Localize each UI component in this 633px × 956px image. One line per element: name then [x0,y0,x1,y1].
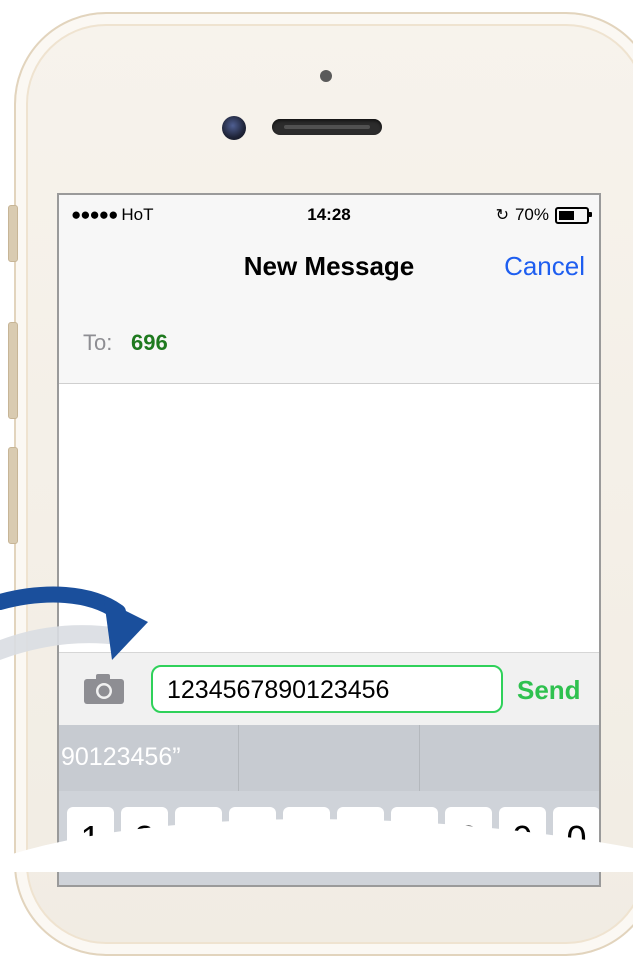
recipient-value[interactable]: 696 [131,330,168,356]
battery-fill [559,210,574,220]
key-2[interactable]: 2 [121,807,168,869]
key-3[interactable]: 3 [175,807,222,869]
key-1[interactable]: 1 [67,807,114,869]
recipient-row[interactable]: To: 696 [59,305,599,384]
key-5[interactable]: 5 [283,807,330,869]
compose-bar: 1234567890123456 Send [59,652,599,725]
proximity-sensor [320,70,332,82]
send-button[interactable]: Send [517,675,581,706]
volume-down-button [8,447,18,544]
suggestion-1[interactable]: 90123456” [59,725,240,791]
number-row: 1 2 3 4 5 6 7 8 9 0 [67,807,599,869]
message-input[interactable]: 1234567890123456 [151,665,503,713]
keyboard: 1 2 3 4 5 6 7 8 9 0 [59,791,599,885]
key-0[interactable]: 0 [553,807,599,869]
key-4[interactable]: 4 [229,807,276,869]
key-7[interactable]: 7 [391,807,438,869]
volume-up-button [8,322,18,419]
mute-switch [8,205,18,262]
phone-screen: ●●●●● HoT 14:28 ↻ 70% New Message Cancel … [57,193,601,887]
status-bar: ●●●●● HoT 14:28 ↻ 70% [59,195,599,237]
predictive-suggestions: 90123456” [59,725,599,791]
battery-percent: 70% [514,205,549,224]
cancel-button[interactable]: Cancel [504,251,585,282]
key-6[interactable]: 6 [337,807,384,869]
message-thread-area [59,384,599,652]
key-9[interactable]: 9 [499,807,546,869]
recipient-label: To: [83,330,113,355]
camera-icon[interactable] [83,673,125,705]
status-right: ↻ 70% [495,205,592,225]
earpiece-speaker [272,119,382,135]
rotation-lock-icon: ↻ [495,207,509,224]
battery-icon [555,206,592,224]
suggestion-2[interactable] [239,725,420,791]
front-camera [222,116,246,140]
navigation-bar: New Message Cancel [59,237,599,306]
key-8[interactable]: 8 [445,807,492,869]
suggestion-3[interactable] [420,725,599,791]
